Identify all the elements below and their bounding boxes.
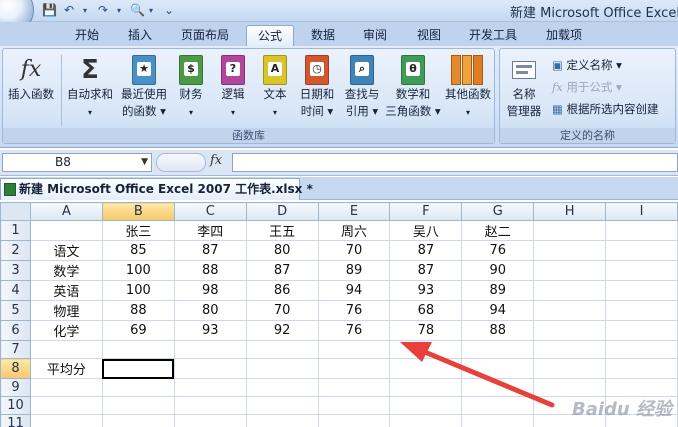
annotation-arrow — [400, 342, 555, 408]
arrow-shaft — [417, 347, 555, 408]
watermark: Baidu 经验 — [571, 399, 672, 420]
